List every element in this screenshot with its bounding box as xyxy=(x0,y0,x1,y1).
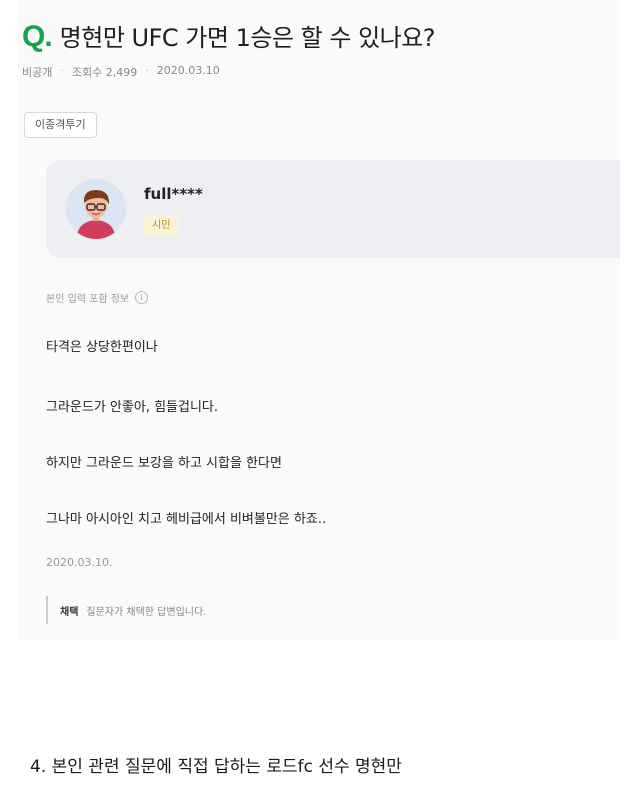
question-header: Q. 명현만 UFC 가면 1승은 할 수 있나요? xyxy=(22,18,436,54)
meta-separator: · xyxy=(60,64,64,77)
q-mark: Q. xyxy=(22,20,53,53)
answerer-profile: full**** 시민 xyxy=(46,160,620,258)
question-title[interactable]: 명현만 UFC 가면 1승은 할 수 있나요? xyxy=(60,18,436,53)
meta-separator: · xyxy=(145,64,149,77)
view-count: 조회수 2,499 xyxy=(71,66,138,79)
answerer-username[interactable]: full**** xyxy=(144,185,203,203)
answer-line-2: 그라운드가 안좋아, 힘들겁니다. xyxy=(46,400,219,415)
question-meta: 비공개 · 조회수 2,499 · 2020.03.10 xyxy=(22,64,220,80)
self-info-notice: 본인 입력 포함 정보 i xyxy=(46,290,149,305)
adopted-description: 질문자가 채택한 답변입니다. xyxy=(86,606,207,618)
info-icon[interactable]: i xyxy=(135,291,149,304)
avatar[interactable] xyxy=(66,179,126,239)
answer-line-3: 하지만 그라운드 보강을 하고 시합을 한다면 xyxy=(46,456,282,471)
adopted-notice: 채택 질문자가 채택한 답변입니다. xyxy=(46,596,606,624)
answer-line-1: 타격은 상당한편이나 xyxy=(46,340,158,355)
adopted-label: 채택 xyxy=(60,606,79,618)
visibility-label: 비공개 xyxy=(22,66,53,79)
answer-line-4: 그나마 아시아인 치고 헤비급에서 비벼볼만은 하죠.. xyxy=(46,512,327,527)
self-info-label: 본인 입력 포함 정보 xyxy=(46,294,130,305)
qna-card xyxy=(18,0,620,640)
avatar-character-icon xyxy=(66,179,126,239)
answer-date: 2020.03.10. xyxy=(46,556,113,569)
rank-badge: 시민 xyxy=(144,216,179,236)
category-tag[interactable]: 이종격투기 xyxy=(24,112,97,138)
question-date: 2020.03.10 xyxy=(156,64,220,77)
caption-text: 4. 본인 관련 질문에 직접 답하는 로드fc 선수 명현만 xyxy=(30,757,402,777)
